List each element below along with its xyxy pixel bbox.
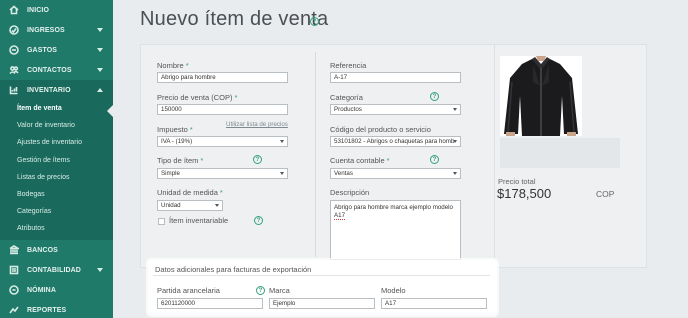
total-value: $178,500 bbox=[497, 186, 552, 201]
expenses-icon bbox=[8, 45, 19, 56]
currency-label: COP bbox=[596, 189, 615, 199]
active-indicator bbox=[107, 105, 113, 117]
marca-label: Marca bbox=[269, 286, 290, 295]
sidebar-item-nomina[interactable]: NÓMINA bbox=[0, 280, 113, 300]
unidad-label: Unidad de medida * bbox=[157, 188, 223, 197]
help-icon[interactable]: ? bbox=[430, 155, 439, 164]
tipo-select[interactable]: Simple bbox=[157, 168, 288, 179]
sidebar-item-contabilidad[interactable]: CONTABILIDAD bbox=[0, 260, 113, 280]
sidebar-item-label: NÓMINA bbox=[27, 286, 56, 294]
nombre-label: Nombre * bbox=[157, 61, 189, 70]
sidebar-item-contactos[interactable]: CONTACTOS bbox=[0, 60, 113, 80]
impuesto-select[interactable]: IVA - (19%) bbox=[157, 136, 288, 147]
jacket-image bbox=[500, 56, 582, 136]
sidebar-item-ingresos[interactable]: INGRESOS bbox=[0, 20, 113, 40]
income-icon bbox=[8, 25, 19, 36]
help-icon[interactable]: ? bbox=[310, 17, 319, 26]
modelo-field[interactable]: A17 bbox=[381, 298, 487, 309]
export-section-title: Datos adicionales para facturas de expor… bbox=[155, 265, 312, 274]
codigo-label: Código del producto o servicio bbox=[330, 125, 431, 134]
chevron-up-icon bbox=[97, 88, 103, 92]
modelo-label: Modelo bbox=[381, 286, 406, 295]
page-title: Nuevo ítem de venta bbox=[140, 8, 329, 30]
sidebar-item-label: REPORTES bbox=[27, 306, 67, 314]
categoria-select[interactable]: Productos bbox=[330, 104, 461, 115]
inventariable-label: Ítem inventariable bbox=[169, 216, 229, 225]
inventariable-checkbox[interactable] bbox=[158, 218, 165, 225]
referencia-field[interactable]: A-17 bbox=[330, 72, 461, 83]
submenu-item-listas-precios[interactable]: Listas de precios bbox=[17, 171, 70, 185]
impuesto-label: Impuesto * bbox=[157, 125, 193, 134]
submenu-item-categorias[interactable]: Categorías bbox=[17, 205, 51, 219]
precio-label: Precio de venta (COP) * bbox=[157, 93, 238, 102]
referencia-label: Referencia bbox=[330, 61, 367, 70]
sidebar-item-label: BANCOS bbox=[27, 246, 58, 254]
home-icon bbox=[8, 5, 19, 16]
unidad-select[interactable]: Unidad bbox=[157, 200, 223, 211]
sidebar-item-label: INGRESOS bbox=[27, 26, 65, 34]
payroll-icon bbox=[8, 285, 19, 296]
sidebar-item-reportes[interactable]: REPORTES bbox=[0, 300, 113, 318]
submenu-item-ajustes-inventario[interactable]: Ajustes de inventario bbox=[17, 136, 82, 150]
submenu-item-atributos[interactable]: Atributos bbox=[17, 222, 45, 236]
divider bbox=[153, 275, 490, 276]
descripcion-label: Descripción bbox=[330, 188, 370, 197]
sidebar-item-inventario[interactable]: INVENTARIO bbox=[0, 80, 113, 100]
help-icon[interactable]: ? bbox=[256, 286, 265, 295]
chevron-down-icon bbox=[97, 268, 103, 272]
descripcion-textarea[interactable]: Abrigo para hombre marca ejemplo modelo … bbox=[330, 200, 461, 260]
cuenta-label: Cuenta contable * bbox=[330, 156, 390, 165]
total-label: Precio total bbox=[498, 177, 536, 186]
tipo-label: Tipo de ítem * bbox=[157, 156, 204, 165]
descripcion-line: Abrigo para hombre marca ejemplo modelo bbox=[334, 204, 453, 211]
marca-field[interactable]: Ejemplo bbox=[269, 298, 375, 309]
help-icon[interactable]: ? bbox=[253, 155, 262, 164]
sidebar-item-label: INVENTARIO bbox=[27, 86, 71, 94]
use-price-list-link[interactable]: Utilizar lista de precios bbox=[226, 121, 288, 128]
sidebar-item-bancos[interactable]: BANCOS bbox=[0, 240, 113, 260]
column-divider bbox=[315, 52, 316, 257]
precio-field[interactable]: 150000 bbox=[157, 104, 288, 115]
chevron-down-icon bbox=[97, 28, 103, 32]
partida-label: Partida arancelaria bbox=[157, 286, 220, 295]
sidebar-item-label: CONTACTOS bbox=[27, 66, 72, 74]
help-icon[interactable]: ? bbox=[254, 216, 263, 225]
product-image bbox=[500, 56, 582, 136]
accounting-icon bbox=[8, 265, 19, 276]
help-icon[interactable]: ? bbox=[430, 92, 439, 101]
codigo-select[interactable]: 53101802 - Abrigos o chaquetas para homb bbox=[330, 136, 461, 147]
nombre-field[interactable]: Abrigo para hombre bbox=[157, 72, 288, 83]
sidebar-item-gastos[interactable]: GASTOS bbox=[0, 40, 113, 60]
submenu-item-valor-inventario[interactable]: Valor de inventario bbox=[17, 119, 75, 133]
submenu-item-bodegas[interactable]: Bodegas bbox=[17, 188, 45, 202]
sidebar-item-inicio[interactable]: INICIO bbox=[0, 0, 113, 20]
partida-field[interactable]: 6201120000 bbox=[157, 298, 263, 309]
reports-icon bbox=[8, 305, 19, 316]
inventory-submenu: Ítem de venta Valor de inventario Ajuste… bbox=[0, 99, 113, 240]
contacts-icon bbox=[8, 65, 19, 76]
sidebar: INICIO INGRESOS GASTOS CONTACTOS INVENTA… bbox=[0, 0, 113, 318]
cuenta-select[interactable]: Ventas bbox=[330, 168, 461, 179]
submenu-item-gestion-items[interactable]: Gestión de ítems bbox=[17, 154, 70, 168]
inventory-icon bbox=[8, 85, 19, 96]
submenu-item-item-de-venta[interactable]: Ítem de venta bbox=[17, 102, 62, 116]
sidebar-item-label: CONTABILIDAD bbox=[27, 266, 81, 274]
image-upload-strip[interactable] bbox=[500, 138, 620, 168]
chevron-down-icon bbox=[97, 68, 103, 72]
descripcion-line: A17 bbox=[334, 212, 346, 220]
sidebar-item-label: INICIO bbox=[27, 6, 49, 14]
chevron-down-icon bbox=[97, 48, 103, 52]
bank-icon bbox=[8, 245, 19, 256]
sidebar-item-label: GASTOS bbox=[27, 46, 58, 54]
categoria-label: Categoría bbox=[330, 93, 363, 102]
